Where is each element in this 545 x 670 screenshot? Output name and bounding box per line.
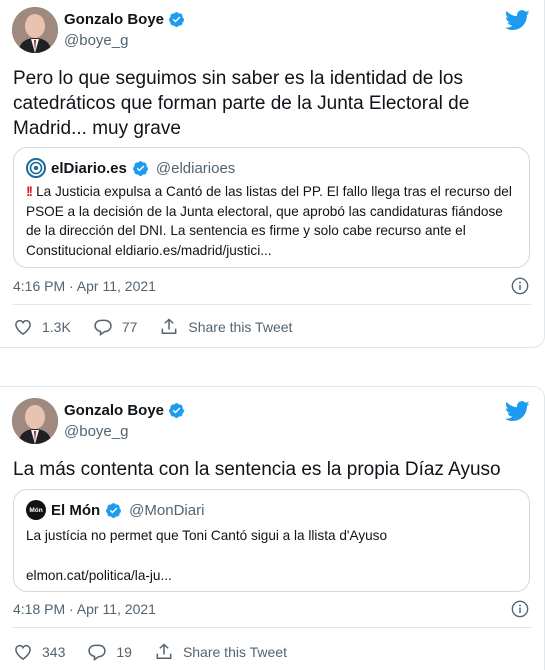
share-icon	[156, 643, 172, 659]
author-name-row[interactable]: Gonzalo Boye	[64, 402, 185, 419]
heart-icon	[15, 319, 31, 335]
share-label: Share this Tweet	[182, 644, 287, 660]
quoted-author-name[interactable]: El Món	[51, 502, 100, 519]
quoted-avatar[interactable]	[26, 158, 46, 178]
author-handle[interactable]: @boye_g	[64, 423, 128, 440]
author-name[interactable]: Gonzalo Boye	[64, 402, 164, 419]
twitter-logo-icon[interactable]	[505, 401, 530, 422]
tweet-card[interactable]: Gonzalo Boye @boye_g La más contenta con…	[0, 386, 545, 670]
share-button[interactable]: Share this Tweet	[159, 317, 292, 337]
quoted-tweet[interactable]: Món El Món @MonDiari La justícia no perm…	[13, 489, 530, 592]
reply-bubble-icon	[88, 644, 107, 661]
info-icon[interactable]	[511, 600, 529, 618]
quoted-tweet[interactable]: elDiario.es @eldiarioes !! La Justicia ex…	[13, 147, 530, 268]
like-count: 1.3K	[42, 319, 71, 335]
tweet-text: La más contenta con la sentencia es la p…	[13, 459, 501, 480]
action-bar: 1.3K 77 Share this Tweet	[13, 317, 314, 337]
quoted-avatar[interactable]: Món	[26, 500, 46, 520]
author-name-row[interactable]: Gonzalo Boye	[64, 11, 185, 28]
avatar[interactable]	[12, 7, 58, 53]
verified-badge-icon	[169, 403, 184, 418]
reply-count: 77	[121, 319, 138, 335]
share-icon	[161, 318, 177, 334]
divider	[13, 627, 531, 628]
action-bar: 343 19 Share this Tweet	[13, 642, 309, 662]
reply-button[interactable]: 19	[87, 642, 132, 662]
quoted-avatar-text: Món	[29, 506, 43, 514]
verified-badge-icon	[106, 502, 122, 518]
quoted-author-name[interactable]: elDiario.es	[51, 160, 127, 177]
timestamp[interactable]: 4:16 PM · Apr 11, 2021	[13, 278, 156, 294]
verified-badge-icon	[132, 160, 148, 176]
quoted-tweet-link[interactable]: elmon.cat/politica/la-ju...	[26, 566, 517, 586]
heart-icon	[15, 644, 31, 660]
share-label: Share this Tweet	[188, 319, 293, 335]
quoted-author-handle[interactable]: @eldiarioes	[156, 160, 235, 177]
avatar[interactable]	[12, 398, 58, 444]
like-button[interactable]: 343	[13, 642, 65, 662]
divider	[13, 304, 531, 305]
quoted-author-handle[interactable]: @MonDiari	[129, 502, 204, 519]
author-handle[interactable]: @boye_g	[64, 32, 128, 49]
like-count: 343	[42, 644, 66, 660]
tweet-text: Pero lo que seguimos sin saber es la ide…	[13, 68, 470, 139]
info-icon[interactable]	[511, 277, 529, 295]
tweet-card[interactable]: Gonzalo Boye @boye_g Pero lo que seguimo…	[0, 0, 545, 348]
reply-count: 19	[116, 644, 132, 660]
reply-button[interactable]: 77	[93, 317, 138, 337]
quoted-tweet-text: !! La Justicia expulsa a Cantó de las lis…	[26, 182, 517, 260]
verified-badge-icon	[169, 12, 184, 27]
twitter-logo-icon[interactable]	[505, 10, 530, 31]
double-exclamation-icon: !!	[26, 184, 33, 199]
quoted-tweet-body: La Justicia expulsa a Cantó de las lista…	[26, 184, 512, 258]
quoted-tweet-text: La justícia no permet que Toni Cantó sig…	[26, 528, 388, 543]
share-button[interactable]: Share this Tweet	[154, 642, 287, 662]
timestamp[interactable]: 4:18 PM · Apr 11, 2021	[13, 601, 156, 617]
like-button[interactable]: 1.3K	[13, 317, 71, 337]
eldiario-logo-icon	[29, 161, 43, 175]
reply-bubble-icon	[94, 319, 112, 336]
author-name[interactable]: Gonzalo Boye	[64, 11, 164, 28]
